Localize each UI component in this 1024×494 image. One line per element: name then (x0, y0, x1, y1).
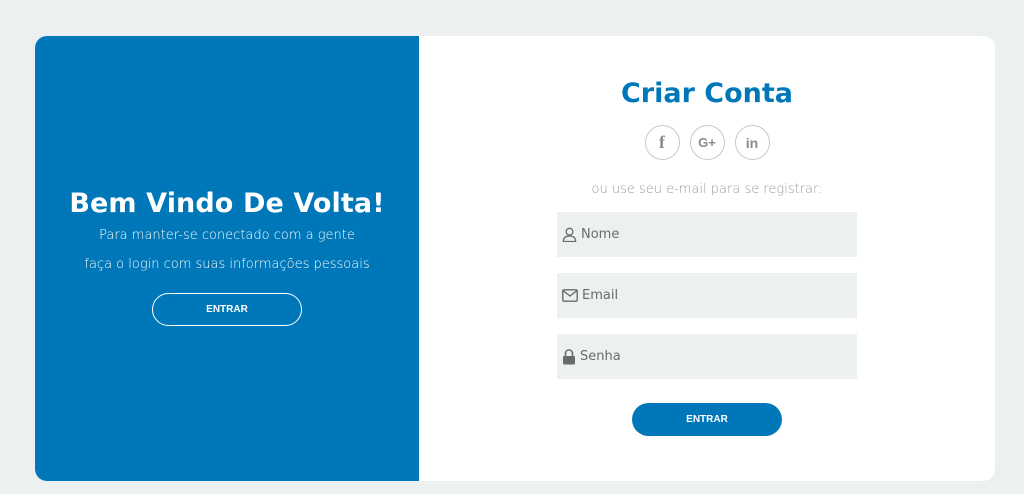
social-buttons: f G+ in (644, 125, 770, 160)
lock-icon (563, 348, 575, 364)
email-input[interactable] (582, 288, 842, 303)
password-field[interactable] (557, 334, 857, 379)
signup-subtitle: ou use seu e-mail para se registrar: (591, 182, 823, 197)
signin-button[interactable]: ENTRAR (152, 293, 302, 326)
user-icon (562, 227, 577, 242)
welcome-text-line2: faça o login com suas informações pessoa… (84, 257, 370, 272)
facebook-button[interactable]: f (644, 125, 680, 160)
envelope-icon (562, 289, 578, 302)
password-input[interactable] (580, 349, 840, 364)
welcome-text-line1: Para manter-se conectado com a gente (99, 228, 355, 243)
signup-panel: Criar Conta f G+ in ou use seu e-mail pa… (419, 36, 995, 481)
google-plus-button[interactable]: G+ (689, 125, 725, 160)
email-field[interactable] (557, 273, 857, 318)
signup-button[interactable]: ENTRAR (632, 403, 782, 436)
name-input[interactable] (581, 227, 841, 242)
linkedin-button[interactable]: in (734, 125, 770, 160)
welcome-title: Bem Vindo De Volta! (69, 188, 385, 219)
name-field[interactable] (557, 212, 857, 257)
signup-title: Criar Conta (620, 78, 794, 109)
auth-card: Bem Vindo De Volta! Para manter-se conec… (35, 36, 995, 481)
linkedin-icon: in (745, 134, 759, 151)
welcome-panel: Bem Vindo De Volta! Para manter-se conec… (35, 36, 419, 481)
google-plus-icon: G+ (698, 135, 716, 150)
facebook-icon: f (659, 132, 665, 152)
